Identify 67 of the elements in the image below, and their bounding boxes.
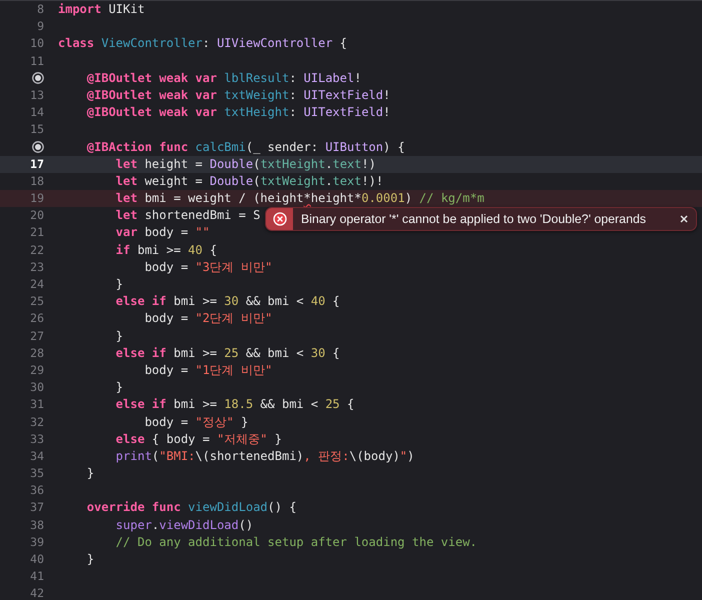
line-number: 24 (30, 276, 44, 293)
line-number: 42 (30, 585, 44, 600)
code-line: @IBAction func calcBmi(_ sender: UIButton) { (86, 138, 405, 156)
code-line: override func viewDidLoad() { (86, 499, 296, 516)
code-line: else if bmi >= 30 && bmi < 40 { (114, 293, 340, 310)
close-icon[interactable] (680, 215, 688, 224)
line-number: 34 (30, 448, 44, 465)
line-number: 36 (30, 482, 44, 500)
code-line: body = "2단계 비만" (144, 310, 272, 328)
code-line: } (114, 276, 124, 293)
line-number: 17 (30, 156, 44, 173)
line-number: 29 (30, 362, 44, 379)
line-number: 41 (30, 568, 44, 586)
line-number: 30 (30, 379, 44, 396)
line-number: 14 (30, 104, 44, 122)
code-line: import UIKit (57, 1, 145, 18)
code-line: print("BMI:\(shortenedBmi), 판정:\(body)") (114, 448, 414, 465)
line-number: 11 (30, 52, 44, 70)
line-number: 15 (30, 121, 44, 138)
line-number: 19 (30, 190, 44, 208)
code-line: body = "3단계 비만" (144, 258, 272, 276)
line-number: 9 (37, 18, 44, 36)
line-number: 23 (30, 258, 44, 276)
code-line: @IBOutlet weak var lblResult: UILabel! (86, 70, 362, 87)
line-number: 8 (37, 1, 44, 18)
line-number: 27 (30, 328, 44, 345)
code-line: } (86, 551, 94, 568)
line-number: 31 (30, 396, 44, 414)
code-line: else if bmi >= 18.5 && bmi < 25 { (114, 396, 354, 414)
code-line: var body = "" (114, 224, 210, 242)
code-line: // Do any additional setup after loading the view. (114, 534, 478, 551)
outlet-connection-icon[interactable] (32, 72, 44, 84)
code-line: let shortenedBmi = S (114, 207, 260, 224)
code-line: class ViewController: UIViewController { (57, 35, 347, 52)
code-line: let weight = Double(txtWeight.text!)! (114, 172, 384, 190)
code-line: } (114, 379, 124, 396)
line-number: 33 (30, 430, 44, 448)
line-number: 25 (30, 293, 44, 310)
outlet-connection-icon[interactable] (32, 141, 44, 154)
code-line: } (86, 465, 94, 482)
line-number: 35 (30, 465, 44, 482)
line-number: 13 (30, 86, 44, 104)
error-icon (272, 212, 286, 226)
line-number: 37 (30, 499, 44, 516)
code-line: else if bmi >= 25 && bmi < 30 { (114, 344, 340, 362)
code-line: @IBOutlet weak var txtHeight: UITextField! (86, 104, 390, 122)
line-number: 26 (30, 310, 44, 328)
line-number: 18 (30, 172, 44, 190)
line-number: 39 (30, 534, 44, 551)
line-number: 38 (30, 516, 44, 534)
error-message: Binary operator '*' cannot be applied to two 'Double?' operands (300, 212, 647, 226)
code-line: super.viewDidLoad() (114, 516, 254, 534)
code-line: let height = Double(txtHeight.text!) (114, 156, 376, 173)
line-number: 22 (30, 242, 44, 259)
line-number: 20 (30, 207, 44, 224)
line-number: 10 (30, 35, 44, 52)
line-number: 28 (30, 344, 44, 362)
line-number: 21 (30, 224, 44, 242)
code-line: else { body = "저체중" } (114, 430, 282, 448)
code-line: } (114, 328, 124, 345)
code-line: @IBOutlet weak var txtWeight: UITextField! (86, 86, 390, 104)
code-line: if bmi >= 40 { (114, 242, 217, 259)
line-number: 40 (30, 551, 44, 568)
code-line: body = "1단계 비만" (144, 362, 272, 379)
code-line: let bmi = weight / (height*height*0.0001) // kg/m*m (114, 190, 484, 208)
line-number: 32 (30, 414, 44, 430)
code-line: body = "정상" } (144, 414, 248, 430)
